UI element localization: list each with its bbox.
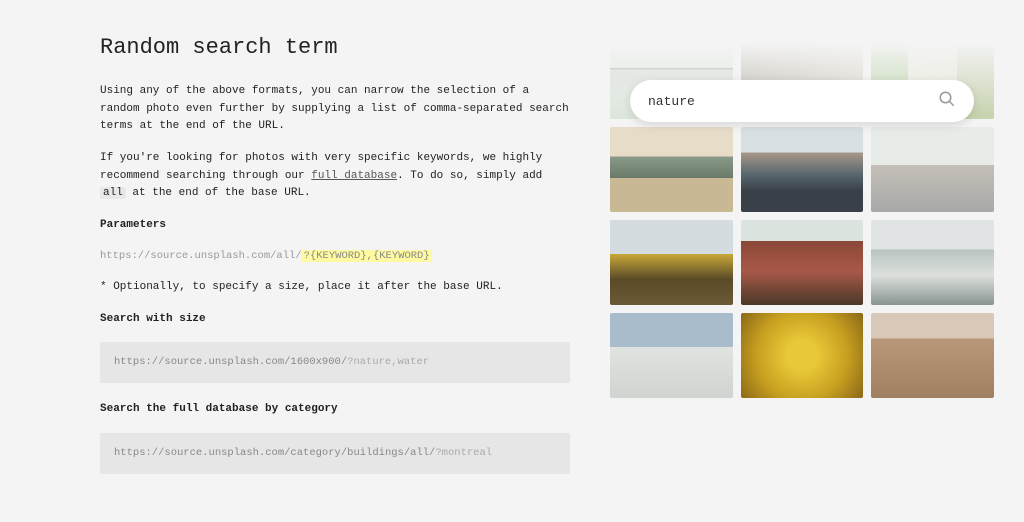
full-database-code: https://source.unsplash.com/category/bui… <box>100 433 570 474</box>
all-tag: all <box>100 187 126 199</box>
grid-thumbnail[interactable] <box>871 127 994 212</box>
section-heading: Random search term <box>100 30 570 65</box>
parameters-label: Parameters <box>100 217 570 235</box>
search-input[interactable]: nature <box>648 94 938 109</box>
grid-thumbnail[interactable] <box>741 313 864 398</box>
grid-thumbnail[interactable] <box>871 220 994 305</box>
parameters-url: https://source.unsplash.com/all/?{KEYWOR… <box>100 248 570 265</box>
grid-thumbnail[interactable] <box>610 127 733 212</box>
full-database-link[interactable]: full database <box>311 170 397 182</box>
search-with-size-code: https://source.unsplash.com/1600x900/?na… <box>100 342 570 383</box>
search-with-size-label: Search with size <box>100 311 570 329</box>
grid-thumbnail[interactable] <box>871 313 994 398</box>
search-icon[interactable] <box>938 90 956 113</box>
grid-thumbnail[interactable] <box>610 220 733 305</box>
grid-thumbnail[interactable] <box>610 313 733 398</box>
intro-paragraph-1: Using any of the above formats, you can … <box>100 83 570 136</box>
search-bar[interactable]: nature <box>630 80 974 122</box>
grid-thumbnail[interactable] <box>741 220 864 305</box>
grid-thumbnail[interactable] <box>741 127 864 212</box>
full-database-label: Search the full database by category <box>100 401 570 419</box>
optional-note: * Optionally, to specify a size, place i… <box>100 279 570 297</box>
intro-paragraph-2: If you're looking for photos with very s… <box>100 150 570 203</box>
